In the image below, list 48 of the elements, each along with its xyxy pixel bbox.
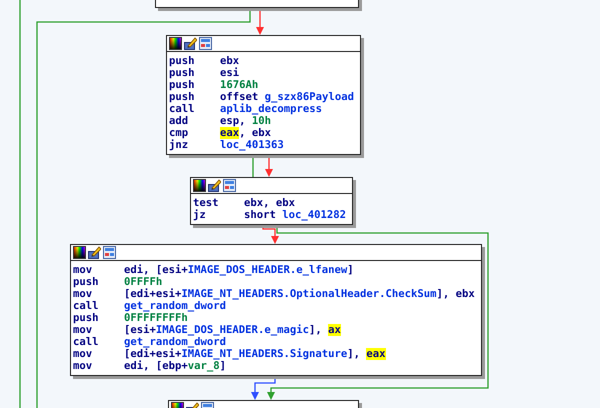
instruction-operands: loc_401363	[220, 139, 284, 151]
instruction-operands: [edi+esi+IMAGE_NT_HEADERS.Signature], eax	[124, 348, 386, 360]
instruction-mnemonic: push	[169, 91, 196, 103]
instruction-mnemonic: push	[73, 276, 100, 288]
color-palette-icon[interactable]	[193, 179, 206, 192]
instruction-mnemonic: cmp	[169, 127, 190, 139]
instruction-mnemonic: jnz	[169, 139, 190, 151]
graph-icon[interactable]	[223, 179, 236, 192]
instruction-mnemonic: mov	[73, 264, 94, 276]
pencil-icon[interactable]	[208, 179, 221, 192]
instruction-mnemonic: push	[169, 79, 196, 91]
instruction-operands: short loc_401282	[244, 209, 346, 221]
color-palette-icon[interactable]	[73, 246, 86, 259]
instruction-operands: [edi+esi+IMAGE_NT_HEADERS.OptionalHeader.CheckSum], ebx	[124, 288, 475, 300]
instruction-mnemonic: call	[73, 336, 100, 348]
instruction-mnemonic: call	[73, 300, 100, 312]
graph-icon[interactable]	[199, 37, 212, 50]
instruction-operands: 0FFFFFFFFh	[124, 312, 188, 324]
instruction-mnemonic: mov	[73, 288, 94, 300]
instruction-mnemonic: mov	[73, 348, 94, 360]
instruction-operands: esi	[220, 67, 240, 79]
instruction-mnemonic: test	[193, 197, 220, 209]
instruction-mnemonic: call	[169, 103, 196, 115]
instruction-operands: 0FFFFh	[124, 276, 162, 288]
instruction-mnemonic: mov	[73, 360, 94, 372]
instruction-operands: esp, 10h	[220, 115, 272, 127]
instruction-operands: edi, [ebp+var_8]	[124, 360, 226, 372]
instruction-mnemonic: push	[73, 312, 100, 324]
edge-arrow	[256, 9, 264, 35]
instruction-mnemonic: push	[169, 67, 196, 79]
instruction-operands: ebx, ebx	[244, 197, 296, 209]
instruction-mnemonic: mov	[73, 324, 94, 336]
instruction-operands: eax, ebx	[220, 127, 272, 139]
color-palette-icon[interactable]	[169, 37, 182, 50]
graph-icon[interactable]	[103, 246, 116, 259]
instruction-operands: 1676Ah	[220, 79, 258, 91]
instruction-operands: aplib_decompress	[220, 103, 322, 115]
instruction-mnemonic: jz	[193, 209, 207, 221]
instruction-mnemonic: push	[169, 55, 196, 67]
pencil-icon[interactable]	[184, 37, 197, 50]
instruction-operands: get_random_dword	[124, 300, 226, 312]
instruction-operands: get_random_dword	[124, 336, 226, 348]
pencil-icon[interactable]	[88, 246, 101, 259]
instruction-operands: [esi+IMAGE_DOS_HEADER.e_magic], ax	[124, 324, 341, 336]
instruction-operands: edi, [esi+IMAGE_DOS_HEADER.e_lfanew]	[124, 264, 354, 276]
instruction-operands: ebx	[220, 55, 240, 67]
instruction-operands: offset g_szx86Payload	[220, 91, 354, 103]
instruction-mnemonic: add	[169, 115, 190, 127]
